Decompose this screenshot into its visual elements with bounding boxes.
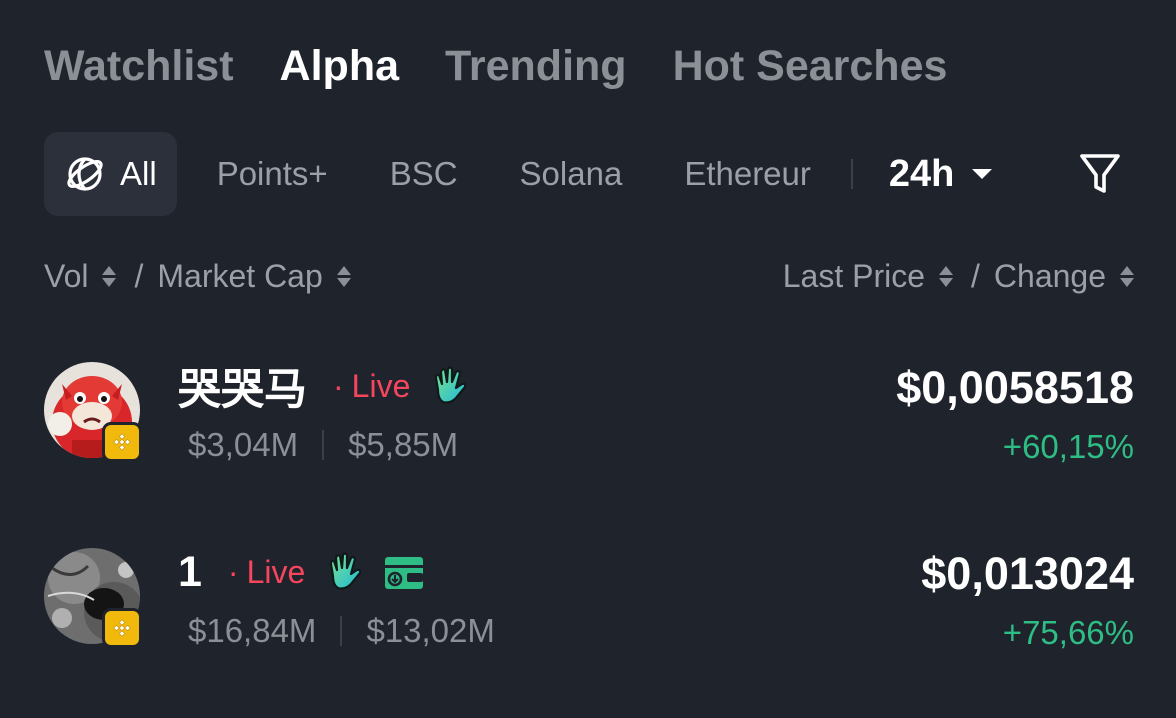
globe-icon (67, 157, 103, 191)
chain-filter-row: All Points+ BSC Solana Ethereur 24h (44, 132, 1134, 216)
live-dot-icon: · (227, 553, 239, 590)
filter-icon[interactable] (1078, 151, 1122, 197)
stats-divider (340, 616, 343, 646)
token-change: +75,66% (1002, 614, 1134, 651)
sort-change[interactable]: Change (994, 258, 1134, 295)
live-badge: · Live (228, 554, 305, 591)
sort-market-cap-label: Market Cap (157, 258, 323, 294)
stats-divider (322, 430, 325, 460)
timeframe-value: 24h (888, 152, 955, 195)
live-badge: · Live (333, 368, 410, 405)
sort-separator: / (971, 258, 980, 294)
token-change: +60,15% (1002, 428, 1134, 465)
token-row[interactable]: 哭哭马 · Live $3,04M $5,85M $0,0058518 +60,… (44, 362, 1134, 482)
timeframe-dropdown[interactable]: 24h (888, 152, 993, 196)
chip-bsc[interactable]: BSC (368, 132, 480, 216)
caret-down-icon (972, 169, 993, 179)
chip-all[interactable]: All (44, 132, 177, 216)
live-label: Live (246, 553, 306, 590)
live-dot-icon: · (333, 367, 344, 404)
sort-last-price-label: Last Price (782, 258, 926, 294)
sort-header: Vol / Market Cap Last Price / Change (44, 258, 1134, 302)
token-volume: $3,04M (188, 426, 299, 463)
token-market-cap: $5,85M (348, 426, 459, 463)
sort-vol[interactable]: Vol (44, 258, 117, 295)
tab-alpha[interactable]: Alpha (280, 38, 399, 94)
sort-last-price[interactable]: Last Price (782, 258, 954, 295)
sort-vol-label: Vol (44, 258, 89, 294)
token-volume: $16,84M (188, 612, 317, 649)
token-stats: $16,84M $13,02M (188, 612, 495, 650)
chip-all-label: All (120, 155, 157, 192)
sort-arrows-icon (336, 266, 351, 287)
token-price: $0,0058518 (896, 362, 1134, 413)
chip-solana[interactable]: Solana (498, 132, 645, 216)
token-name: 哭哭马 (178, 366, 307, 414)
bnb-chain-icon (102, 608, 142, 648)
token-name: 1 (178, 547, 202, 596)
token-row[interactable]: 1 · Live $16,84M $13,02M $0,013024 +75,6… (44, 548, 1134, 668)
sort-separator: / (134, 258, 144, 294)
chip-points[interactable]: Points+ (195, 132, 350, 216)
sort-arrows-icon (102, 266, 117, 287)
sort-market-cap[interactable]: Market Cap (157, 258, 351, 295)
alpha-market-screen: Watchlist Alpha Trending Hot Searches Al… (0, 0, 1176, 718)
tab-hot-searches[interactable]: Hot Searches (673, 38, 948, 94)
bnb-chain-icon (102, 422, 142, 462)
live-label: Live (351, 367, 411, 404)
waving-hand-icon (435, 366, 467, 404)
sort-arrows-icon (1120, 266, 1134, 287)
sort-right-group: Last Price / Change (783, 258, 1134, 295)
tab-watchlist[interactable]: Watchlist (44, 38, 234, 94)
sort-change-label: Change (993, 258, 1106, 294)
filter-divider (850, 159, 853, 189)
waving-hand-icon (330, 552, 362, 590)
sort-left-group: Vol / Market Cap (44, 258, 351, 295)
chip-ethereum[interactable]: Ethereur (662, 132, 833, 216)
token-market-cap: $13,02M (366, 612, 495, 649)
token-name-line: 1 · Live (178, 548, 425, 596)
top-tab-bar: Watchlist Alpha Trending Hot Searches (44, 38, 947, 94)
token-stats: $3,04M $5,85M (188, 426, 458, 464)
token-price: $0,013024 (921, 548, 1134, 599)
token-name-line: 哭哭马 · Live (178, 362, 472, 414)
sort-arrows-icon (939, 266, 954, 287)
tab-trending[interactable]: Trending (445, 38, 627, 94)
wallet-icon (385, 557, 424, 589)
